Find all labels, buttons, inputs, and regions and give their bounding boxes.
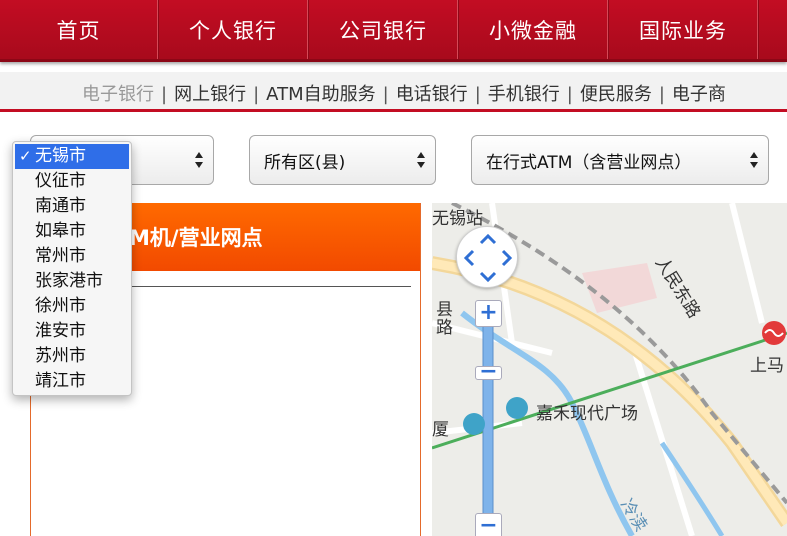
page: 首页 个人银行 公司银行 小微金融 国际业务 银 电子银行 | 网上银行 | ATM自助…: [0, 0, 787, 536]
outlet-type-select-value: 在行式ATM（含营业网点）: [486, 152, 692, 173]
city-option-suzhou[interactable]: 苏州市: [13, 344, 131, 369]
nav-personal-banking[interactable]: 个人银行: [158, 0, 308, 59]
subnav-separator: |: [658, 84, 665, 105]
city-dropdown-list: ✓ 无锡市 仪征市 南通市 如皋市 常州市 张家港市 徐州市 淮安市 苏州市 靖…: [12, 141, 132, 396]
zoom-level-handle[interactable]: −: [475, 361, 502, 383]
city-option-huaian[interactable]: 淮安市: [13, 319, 131, 344]
zoom-out-button[interactable]: −: [475, 513, 502, 536]
city-option-jingjiang[interactable]: 靖江市: [13, 369, 131, 394]
subnav-atm[interactable]: ATM自助服务: [266, 80, 375, 106]
select-arrows-icon: [417, 152, 425, 168]
subnav-mobile-banking[interactable]: 手机银行: [488, 80, 560, 106]
select-arrows-icon: [195, 152, 203, 168]
subnav-online-banking[interactable]: 网上银行: [174, 80, 246, 106]
city-option-yizheng[interactable]: 仪征市: [13, 169, 131, 194]
nav-more[interactable]: 银: [758, 0, 787, 59]
subnav-e-banking[interactable]: 电子银行: [82, 80, 154, 106]
city-option-wuxi[interactable]: ✓ 无锡市: [15, 144, 129, 169]
map-label-shangma: 上马: [750, 356, 784, 376]
panel-title: M机/营业网点: [129, 226, 263, 250]
poi-marker[interactable]: [463, 413, 485, 435]
city-option-label: 无锡市: [35, 146, 86, 166]
subnav-separator: |: [382, 84, 389, 105]
city-option-xuzhou[interactable]: 徐州市: [13, 294, 131, 319]
zoom-in-button[interactable]: +: [475, 300, 502, 327]
map-label-building: 厦: [432, 420, 449, 440]
city-option-nantong[interactable]: 南通市: [13, 194, 131, 219]
nav-international[interactable]: 国际业务: [608, 0, 758, 59]
subnav-separator: |: [474, 84, 481, 105]
map-label-road2: 路: [436, 318, 453, 338]
city-option-rugao[interactable]: 如皋市: [13, 219, 131, 244]
sub-nav: 电子银行 | 网上银行 | ATM自助服务 | 电话银行 | 手机银行 | 便民服务 | 电子商: [0, 72, 787, 112]
panel-divider: [131, 286, 411, 287]
subnav-separator: |: [253, 84, 260, 105]
nav-small-micro-finance[interactable]: 小微金融: [458, 0, 608, 59]
pan-arrows-icon: [463, 233, 513, 283]
zoom-slider-track[interactable]: [482, 322, 494, 534]
district-select[interactable]: 所有区(县): [249, 135, 436, 185]
nav-home[interactable]: 首页: [0, 0, 158, 59]
map-pan-control[interactable]: [456, 226, 518, 288]
subnav-phone-banking[interactable]: 电话银行: [396, 80, 468, 106]
map-label-plaza: 嘉禾现代广场: [536, 404, 638, 424]
city-option-changzhou[interactable]: 常州市: [13, 244, 131, 269]
city-option-zhangjiagang[interactable]: 张家港市: [13, 269, 131, 294]
outlet-type-select[interactable]: 在行式ATM（含营业网点）: [471, 135, 769, 185]
subnav-e-commerce[interactable]: 电子商: [672, 80, 726, 106]
subnav-separator: |: [161, 84, 168, 105]
subnav-convenience[interactable]: 便民服务: [580, 80, 652, 106]
poi-marker[interactable]: [506, 397, 528, 419]
district-select-value: 所有区(县): [264, 152, 346, 173]
checkmark-icon: ✓: [19, 147, 32, 165]
map-label-station: 无锡站: [432, 209, 483, 229]
map[interactable]: 无锡站 人民东路 上马 嘉禾现代广场 厦 县 路 冷渎 + − −: [432, 203, 787, 536]
subnav-separator: |: [566, 84, 573, 105]
top-nav: 首页 个人银行 公司银行 小微金融 国际业务 银: [0, 0, 787, 62]
nav-corporate-banking[interactable]: 公司银行: [308, 0, 458, 59]
select-arrows-icon: [750, 152, 758, 168]
